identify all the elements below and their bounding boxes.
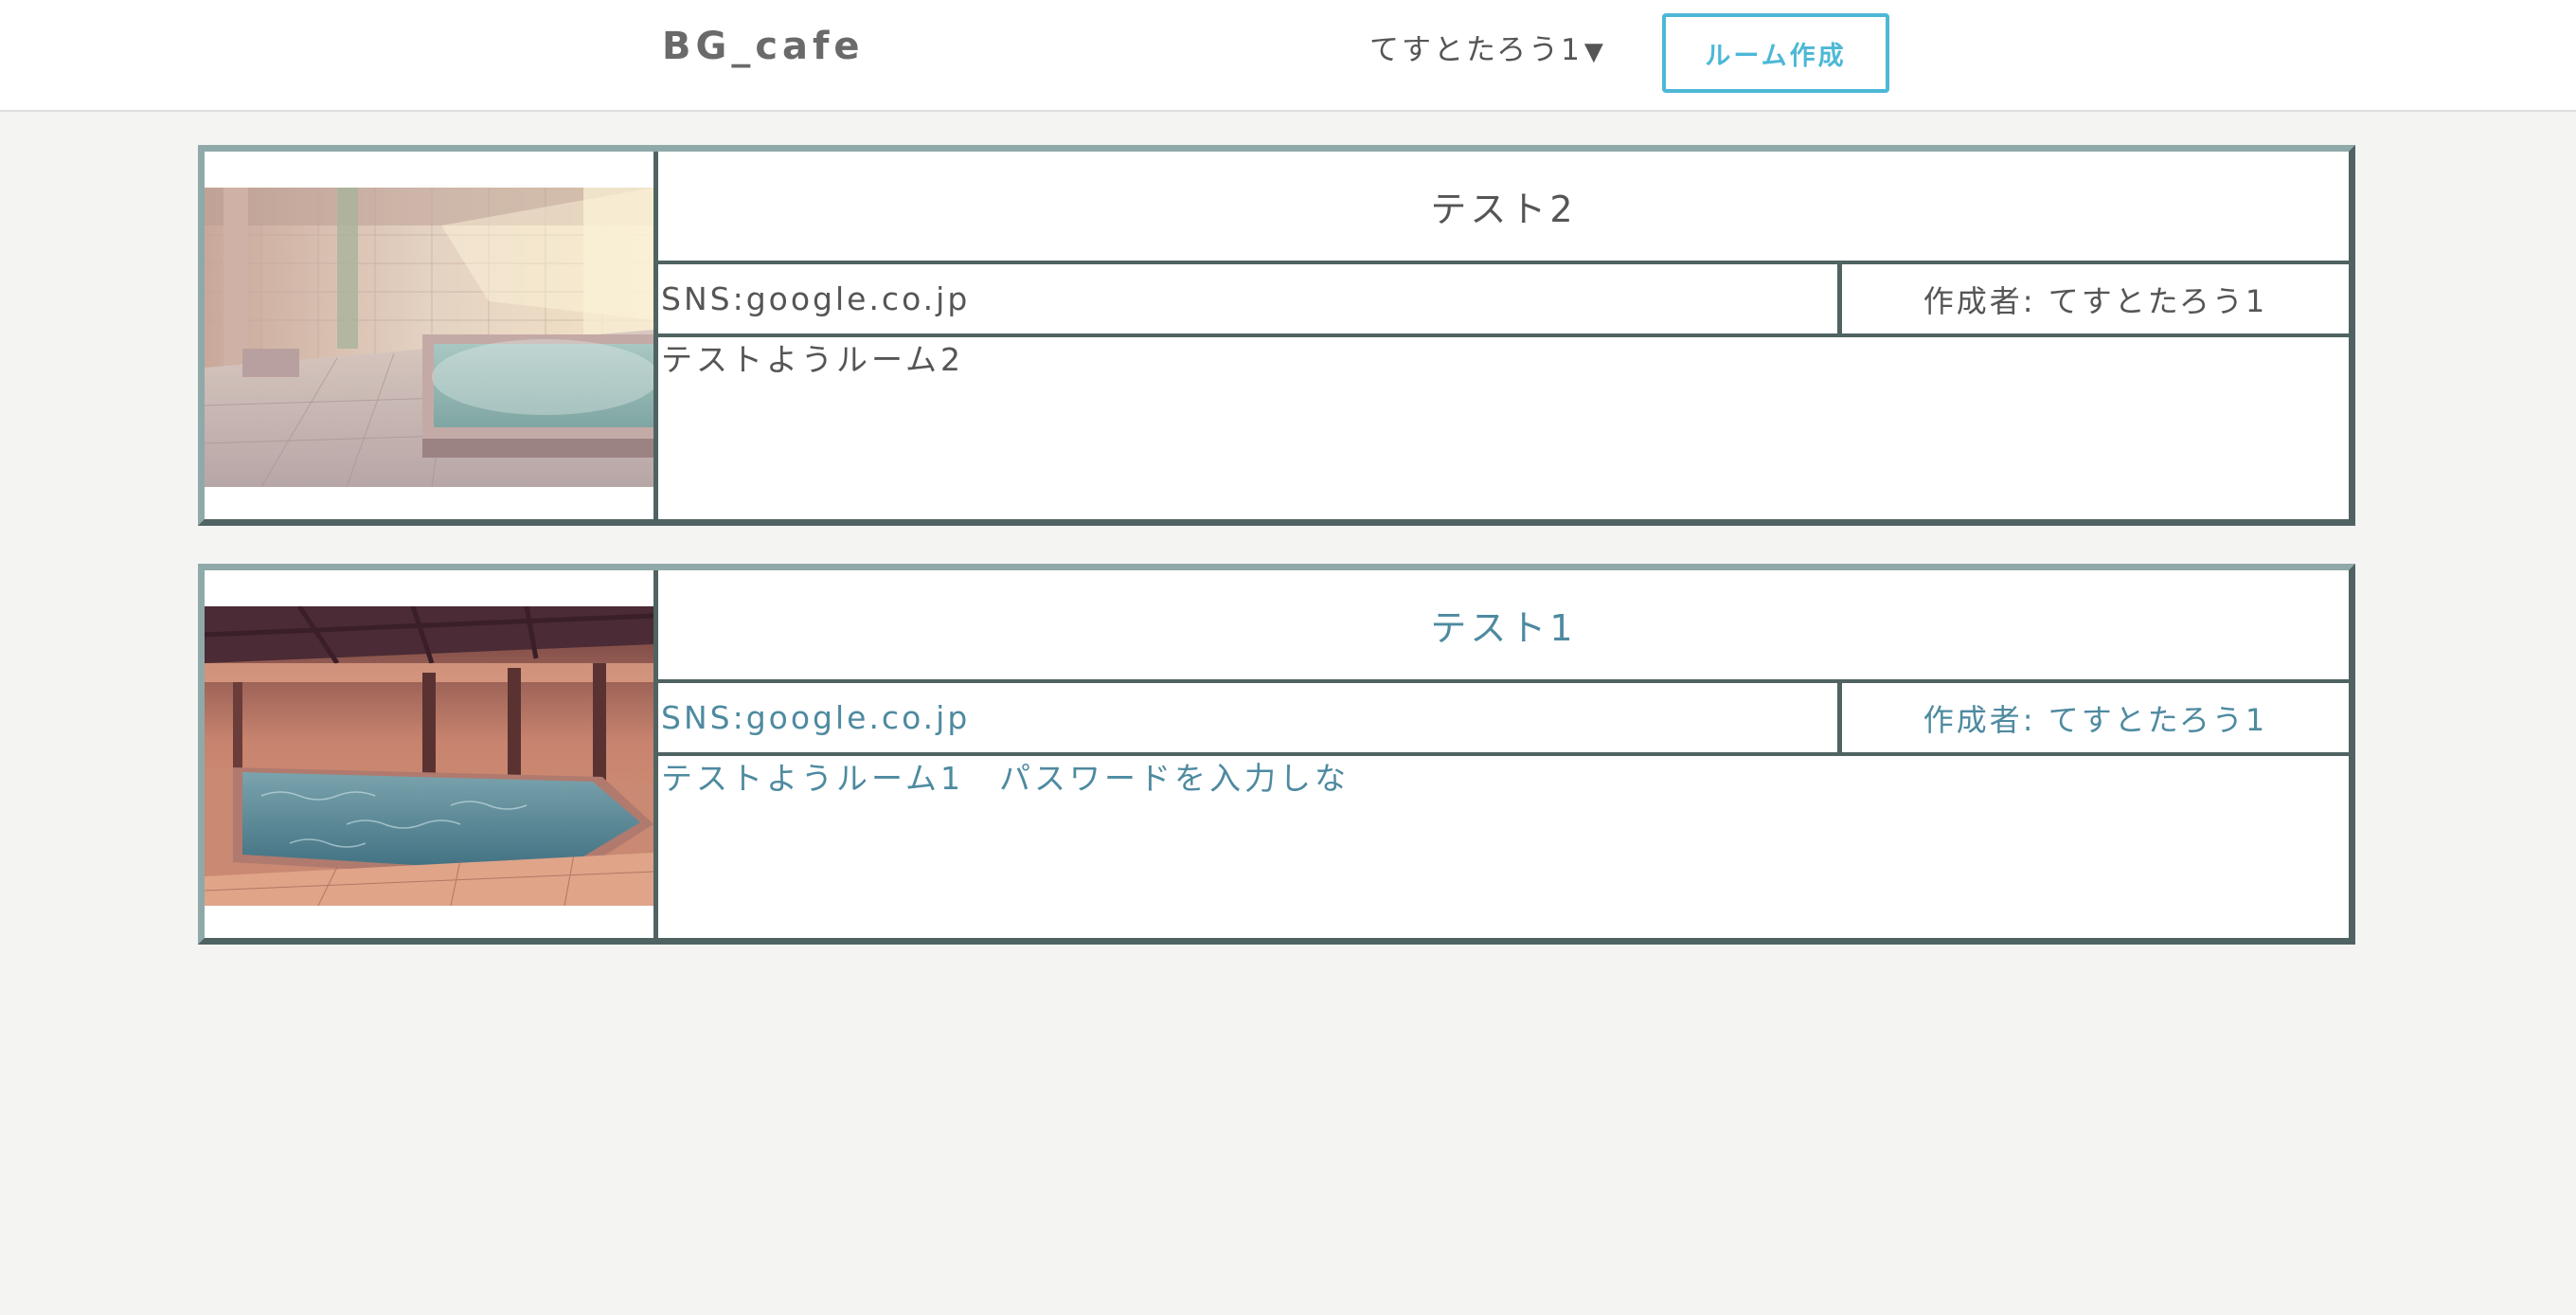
room-thumbnail: [205, 606, 653, 906]
wooden-bathhouse-image: [205, 606, 653, 906]
room-description: テストようルーム1 パスワードを入力しな: [661, 760, 1351, 797]
room-card[interactable]: テスト1 SNS:google.co.jp 作成者: てすとたろう1 テストよう…: [198, 564, 2355, 945]
user-name: てすとたろう1: [1369, 33, 1583, 67]
brand-logo[interactable]: BG_cafe: [662, 25, 865, 68]
room-thumbnail-cell: [205, 152, 658, 519]
room-sns: SNS:google.co.jp: [658, 264, 1842, 337]
room-title[interactable]: テスト2: [658, 152, 2349, 264]
caret-down-icon: ▼: [1583, 38, 1606, 66]
room-card[interactable]: テスト2 SNS:google.co.jp 作成者: てすとたろう1 テストよう…: [198, 145, 2355, 526]
room-thumbnail-cell: [205, 570, 658, 938]
room-author: 作成者: てすとたろう1: [1842, 683, 2349, 756]
room-description: テストようルーム2: [661, 341, 965, 378]
room-author: 作成者: てすとたろう1: [1842, 264, 2349, 337]
sunlit-bathhouse-image: [205, 188, 653, 487]
room-title[interactable]: テスト1: [658, 570, 2349, 683]
room-sns: SNS:google.co.jp: [658, 683, 1842, 756]
top-header: BG_cafe てすとたろう1▼ ルーム作成: [0, 0, 2576, 112]
user-menu-dropdown[interactable]: てすとたろう1▼: [1369, 26, 1606, 68]
create-room-button[interactable]: ルーム作成: [1662, 13, 1889, 93]
room-thumbnail: [205, 188, 653, 487]
